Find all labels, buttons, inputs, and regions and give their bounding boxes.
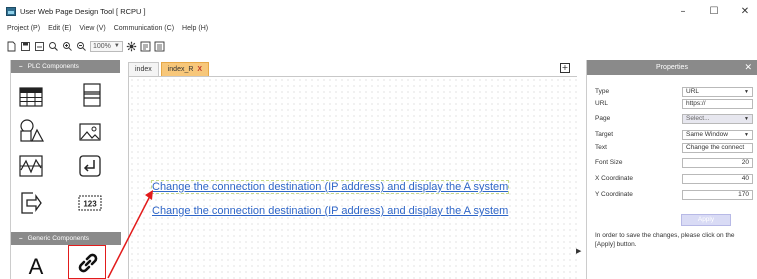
plc-components-title: PLC Components [27,63,79,70]
toolbar: 100% ▼ [0,38,165,54]
collapse-icon[interactable]: – [19,232,23,245]
minimize-button[interactable]: – [676,5,690,19]
page-select[interactable]: Select... [682,114,753,124]
x-coordinate-input[interactable]: 40 [682,174,753,184]
menu-edit[interactable]: Edit (E) [48,25,71,37]
prop-label: X Coordinate [595,175,633,182]
prop-label: Text [595,144,607,151]
download-icon[interactable] [140,41,151,52]
table-icon[interactable] [18,84,44,110]
zoom-value: 100% [93,42,111,50]
open-icon[interactable] [34,41,45,52]
panel-toggle-icon[interactable]: ▶ [576,247,581,255]
link-component[interactable]: Change the connection destination (IP ad… [152,205,508,217]
prop-type: Type URL [595,87,753,97]
type-select[interactable]: URL [682,87,753,97]
shapes-icon[interactable] [18,118,44,144]
generic-components-header[interactable]: – Generic Components [11,232,121,245]
save-note: In order to save the changes, please cli… [595,232,735,248]
upload-icon[interactable] [154,41,165,52]
prop-page: Page Select... [595,114,753,124]
plc-components-header[interactable]: – PLC Components [11,60,120,73]
design-canvas[interactable]: Change the connection destination (IP ad… [128,76,577,279]
zoom-select[interactable]: 100% ▼ [90,40,123,52]
page-tabs: index index_R X [128,62,211,76]
settings-icon[interactable] [126,41,137,52]
prop-label: URL [595,100,609,107]
prop-label: Target [595,131,614,138]
app-icon [6,7,16,16]
new-file-icon[interactable] [6,41,17,52]
expand-icon[interactable]: + [560,63,570,73]
highlight-box [68,245,106,279]
maximize-button[interactable]: ☐ [707,5,721,19]
menu-help[interactable]: Help (H) [182,25,208,37]
prop-url: URL https:// [595,99,753,109]
menu-project[interactable]: Project (P) [7,25,40,37]
font-size-input[interactable]: 20 [682,158,753,168]
menu-communication[interactable]: Communication (C) [114,25,174,37]
graph-icon[interactable] [18,153,44,179]
apply-button[interactable]: Apply [681,214,731,226]
close-icon[interactable]: ✕ [744,60,752,75]
properties-title: Properties [656,64,688,71]
list-icon[interactable] [79,82,105,108]
prop-font-size: Font Size 20 [595,158,753,168]
title-bar: User Web Page Design Tool [ RCPU ] – ☐ ✕ [0,0,757,22]
prop-label: Y Coordinate [595,191,633,198]
tab-close-icon[interactable]: X [197,66,202,73]
link-component-selected[interactable]: Change the connection destination (IP ad… [150,180,510,194]
text-input[interactable]: Change the connect [682,143,753,153]
prop-label: Font Size [595,159,623,166]
prop-y-coordinate: Y Coordinate 170 [595,190,753,200]
properties-header: Properties ✕ [587,60,757,75]
window-title: User Web Page Design Tool [ RCPU ] [20,7,146,16]
numeric-display-icon[interactable]: 123 [77,190,103,216]
chevron-down-icon: ▼ [113,43,120,49]
menu-bar: Project (P) Edit (E) View (V) Communicat… [0,25,208,37]
prop-text: Text Change the connect [595,143,753,153]
search-icon[interactable] [48,41,59,52]
tab-label: index [135,66,152,73]
zoom-in-icon[interactable] [62,41,73,52]
text-icon[interactable]: A [23,254,49,279]
collapse-icon[interactable]: – [19,60,23,73]
properties-panel: Properties ✕ Type URL URL https:// Page … [586,60,757,279]
enter-icon[interactable] [77,153,103,179]
tab-label: index_R [167,66,194,73]
save-icon[interactable] [20,41,31,52]
menu-view[interactable]: View (V) [79,25,105,37]
target-select[interactable]: Same Window [682,130,753,140]
export-icon[interactable] [18,190,44,216]
y-coordinate-input[interactable]: 170 [682,190,753,200]
numeric-display-label: 123 [83,200,97,209]
tab-index[interactable]: index [128,62,159,76]
close-button[interactable]: ✕ [738,5,752,19]
prop-label: Type [595,88,610,95]
url-input[interactable]: https:// [682,99,753,109]
prop-x-coordinate: X Coordinate 40 [595,174,753,184]
zoom-out-icon[interactable] [76,41,87,52]
tab-index-r[interactable]: index_R X [160,62,210,76]
prop-label: Page [595,115,611,122]
image-icon[interactable] [77,119,103,145]
prop-target: Target Same Window [595,130,753,140]
generic-components-title: Generic Components [27,235,90,242]
